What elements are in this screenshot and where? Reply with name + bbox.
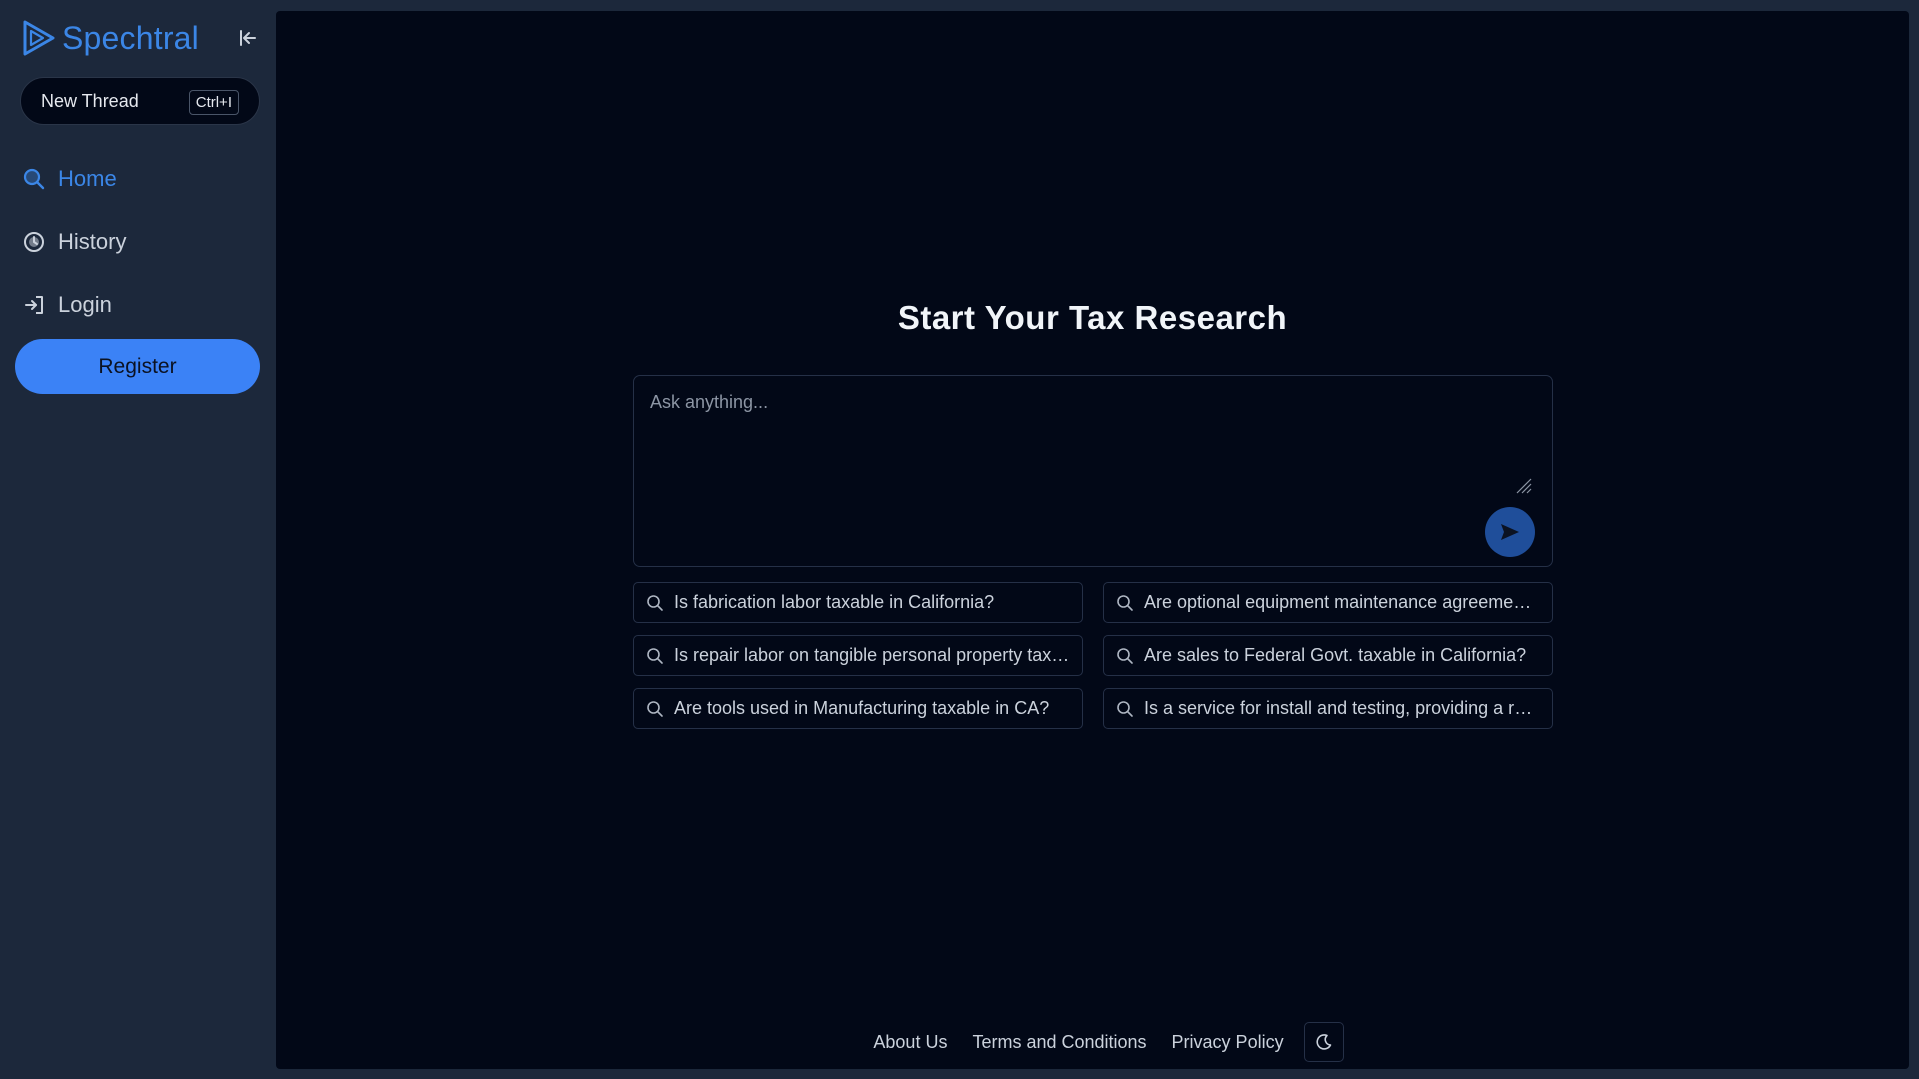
suggestion-item[interactable]: Are tools used in Manufacturing taxable … bbox=[633, 688, 1083, 729]
collapse-sidebar-button[interactable] bbox=[234, 24, 262, 52]
send-icon bbox=[1501, 524, 1519, 540]
footer-link-privacy[interactable]: Privacy Policy bbox=[1172, 1032, 1284, 1053]
login-icon bbox=[22, 293, 46, 317]
theme-toggle-button[interactable] bbox=[1303, 1022, 1344, 1062]
register-button[interactable]: Register bbox=[15, 339, 260, 394]
search-icon bbox=[1116, 594, 1134, 612]
send-button[interactable] bbox=[1485, 507, 1535, 557]
brand-name: Spechtral bbox=[62, 19, 199, 56]
suggestion-text: Is repair labor on tangible personal pro… bbox=[674, 645, 1070, 665]
search-icon bbox=[22, 167, 46, 191]
history-icon bbox=[22, 230, 46, 254]
suggestion-item[interactable]: Is fabrication labor taxable in Californ… bbox=[633, 582, 1083, 623]
suggestion-text: Are optional equipment maintenance agree… bbox=[1144, 592, 1540, 612]
logo-icon bbox=[23, 20, 55, 56]
sidebar-item-label: History bbox=[58, 229, 127, 254]
sidebar-item-label: Login bbox=[58, 292, 112, 317]
main-panel: Start Your Tax Research Is fabrication l… bbox=[276, 11, 1909, 1069]
collapse-icon bbox=[240, 30, 256, 46]
search-icon bbox=[646, 647, 664, 665]
suggestion-item[interactable]: Is repair labor on tangible personal pro… bbox=[633, 635, 1083, 676]
search-icon bbox=[1116, 647, 1134, 665]
suggestion-text: Are sales to Federal Govt. taxable in Ca… bbox=[1144, 645, 1527, 665]
brand[interactable]: Spechtral bbox=[20, 18, 199, 58]
ask-input[interactable] bbox=[648, 390, 1528, 500]
ask-box bbox=[633, 375, 1553, 567]
new-thread-button[interactable]: New Thread Ctrl+I bbox=[20, 77, 260, 125]
resize-handle-icon[interactable] bbox=[1514, 476, 1532, 494]
page-title: Start Your Tax Research bbox=[897, 299, 1288, 336]
search-icon bbox=[1116, 700, 1134, 718]
sidebar-item-home[interactable]: Home bbox=[22, 161, 117, 197]
suggestion-text: Are tools used in Manufacturing taxable … bbox=[674, 698, 1050, 718]
moon-icon bbox=[1316, 1034, 1331, 1050]
sidebar-item-history[interactable]: History bbox=[22, 224, 126, 260]
sidebar-item-login[interactable]: Login bbox=[22, 287, 112, 323]
suggestions-grid: Is fabrication labor taxable in Californ… bbox=[633, 582, 1553, 729]
search-icon bbox=[646, 700, 664, 718]
suggestion-text: Is fabrication labor taxable in Californ… bbox=[674, 592, 995, 612]
search-icon bbox=[646, 594, 664, 612]
suggestion-text: Is a service for install and testing, pr… bbox=[1144, 698, 1540, 718]
sidebar-item-label: Home bbox=[58, 166, 117, 191]
suggestion-item[interactable]: Is a service for install and testing, pr… bbox=[1103, 688, 1553, 729]
suggestion-item[interactable]: Are optional equipment maintenance agree… bbox=[1103, 582, 1553, 623]
new-thread-label: New Thread bbox=[41, 90, 139, 111]
footer: About Us Terms and Conditions Privacy Po… bbox=[276, 1020, 1909, 1064]
new-thread-shortcut: Ctrl+I bbox=[188, 90, 239, 115]
suggestion-item[interactable]: Are sales to Federal Govt. taxable in Ca… bbox=[1103, 635, 1553, 676]
footer-link-terms[interactable]: Terms and Conditions bbox=[972, 1032, 1146, 1053]
sidebar: Spechtral New Thread Ctrl+I Home History… bbox=[0, 0, 276, 1079]
footer-link-about[interactable]: About Us bbox=[873, 1032, 947, 1053]
